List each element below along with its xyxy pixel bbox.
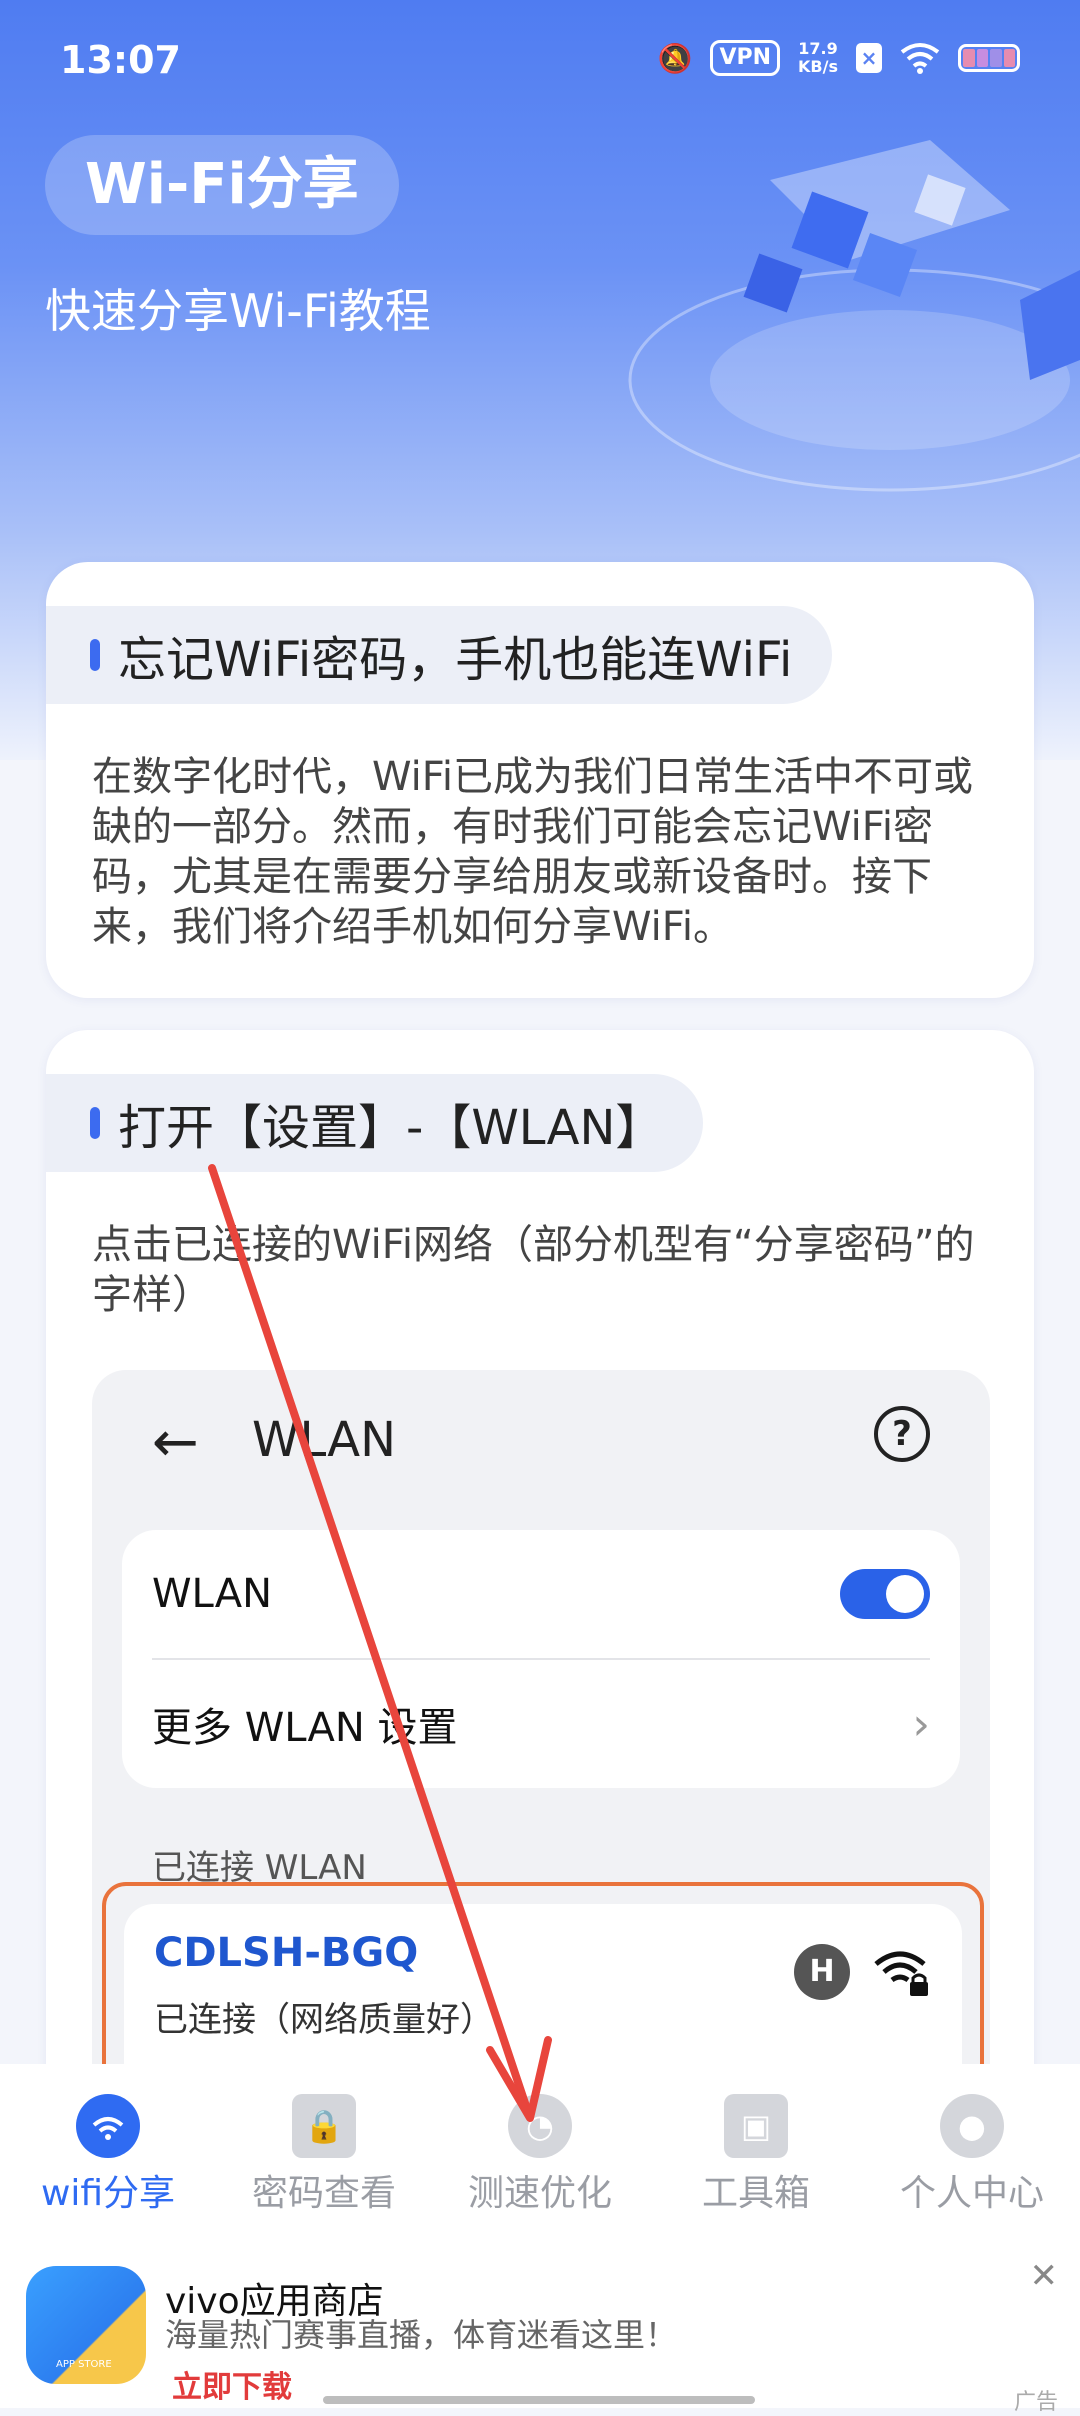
intro-card-heading: 忘记WiFi密码，手机也能连WiFi <box>46 606 833 704</box>
mock-more-settings-label: 更多 WLAN 设置 <box>152 1705 458 1751</box>
close-icon[interactable]: ✕ <box>1030 2256 1059 2296</box>
tab-personal-center[interactable]: ● 个人中心 <box>864 2094 1080 2216</box>
intro-heading-text: 忘记WiFi密码，手机也能连WiFi <box>118 632 793 688</box>
status-bar: 13:07 🔕 VPN 17.9 KB/s × <box>0 0 1080 120</box>
intro-card: 忘记WiFi密码，手机也能连WiFi 在数字化时代，WiFi已成为我们日常生活中… <box>46 562 1034 998</box>
ad-banner[interactable]: APP STORE vivo应用商店 海量热门赛事直播，体育迷看这里！ 立即下载… <box>0 2244 1080 2415</box>
intro-body-text: 在数字化时代，WiFi已成为我们日常生活中不可或缺的一部分。然而，有时我们可能会… <box>92 754 973 950</box>
tab-label: 工具箱 <box>701 2173 810 2214</box>
wlan-screenshot: ← WLAN ? WLAN 更多 WLAN 设置 › 已连接 WLAN CDLS… <box>92 1370 990 2130</box>
status-icons: 🔕 VPN 17.9 KB/s × <box>658 40 1020 76</box>
vpn-icon: VPN <box>710 40 781 76</box>
network-ssid: CDLSH-BGQ <box>154 1930 419 1976</box>
page-subtitle: 快速分享Wi-Fi教程 <box>45 284 431 338</box>
tab-toolbox[interactable]: ▣ 工具箱 <box>648 2094 864 2216</box>
clock: 13:07 <box>60 38 181 82</box>
toggle-on-icon <box>840 1569 930 1619</box>
mock-more-settings-row: 更多 WLAN 设置 › <box>152 1660 930 1788</box>
person-icon: ● <box>940 2094 1004 2158</box>
tab-label: 密码查看 <box>251 2173 396 2214</box>
mock-wlan-row: WLAN <box>152 1530 930 1660</box>
net-speed: 17.9 KB/s <box>798 40 838 76</box>
mock-wlan-label: WLAN <box>152 1571 273 1617</box>
tab-password-view[interactable]: 🔒 密码查看 <box>216 2094 432 2216</box>
lock-icon: 🔒 <box>292 2094 356 2158</box>
mute-bell-icon: 🔕 <box>657 41 693 75</box>
net-speed-unit: KB/s <box>798 57 838 76</box>
heading-accent-bar <box>90 1107 100 1139</box>
mock-title: WLAN <box>252 1412 397 1468</box>
toolbox-icon: ▣ <box>724 2094 788 2158</box>
speedometer-icon: ◔ <box>508 2094 572 2158</box>
step-body-text: 点击已连接的WiFi网络（部分机型有“分享密码”的字样） <box>92 1222 975 1318</box>
wifi-share-icon <box>76 2094 140 2158</box>
step-heading-text: 打开【设置】-【WLAN】 <box>118 1100 664 1156</box>
net-speed-value: 17.9 <box>798 39 838 58</box>
hotspot-h-icon: H <box>794 1944 850 2000</box>
help-icon: ? <box>874 1406 930 1462</box>
x-app-icon: × <box>856 43 882 73</box>
page-title: Wi-Fi分享 <box>45 135 399 235</box>
step-card-heading: 打开【设置】-【WLAN】 <box>46 1074 704 1172</box>
wifi-icon <box>900 43 940 74</box>
network-status: 已连接（网络质量好） <box>154 2000 494 2040</box>
heading-accent-bar <box>90 639 100 671</box>
tab-wifi-share[interactable]: wifi分享 <box>0 2094 216 2216</box>
home-indicator[interactable] <box>323 2396 755 2404</box>
app-store-logo-text: APP STORE <box>56 2359 112 2370</box>
ad-label: 广告 <box>1013 2390 1058 2415</box>
tab-speed-test[interactable]: ◔ 测速优化 <box>432 2094 648 2216</box>
router-illustration <box>628 140 1080 492</box>
step-card: 打开【设置】-【WLAN】 点击已连接的WiFi网络（部分机型有“分享密码”的字… <box>46 1030 1034 2130</box>
bottom-tab-bar: wifi分享 🔒 密码查看 ◔ 测速优化 ▣ 工具箱 ● 个人中心 <box>0 2064 1080 2244</box>
ad-description: 海量热门赛事直播，体育迷看这里！ <box>165 2316 678 2354</box>
ad-download-button[interactable]: 立即下载 <box>172 2362 292 2406</box>
app-store-logo: APP STORE <box>26 2266 146 2384</box>
wifi-lock-icon <box>874 1951 928 1996</box>
mock-header: ← WLAN ? <box>92 1370 990 1500</box>
back-arrow-icon: ← <box>152 1410 199 1475</box>
tab-label: 测速优化 <box>467 2173 612 2214</box>
tab-label: 个人中心 <box>899 2173 1044 2214</box>
mock-settings-panel: WLAN 更多 WLAN 设置 › <box>122 1530 960 1788</box>
tab-label: wifi分享 <box>40 2173 176 2214</box>
chevron-right-icon: › <box>912 1698 930 1750</box>
battery-icon <box>958 44 1020 72</box>
